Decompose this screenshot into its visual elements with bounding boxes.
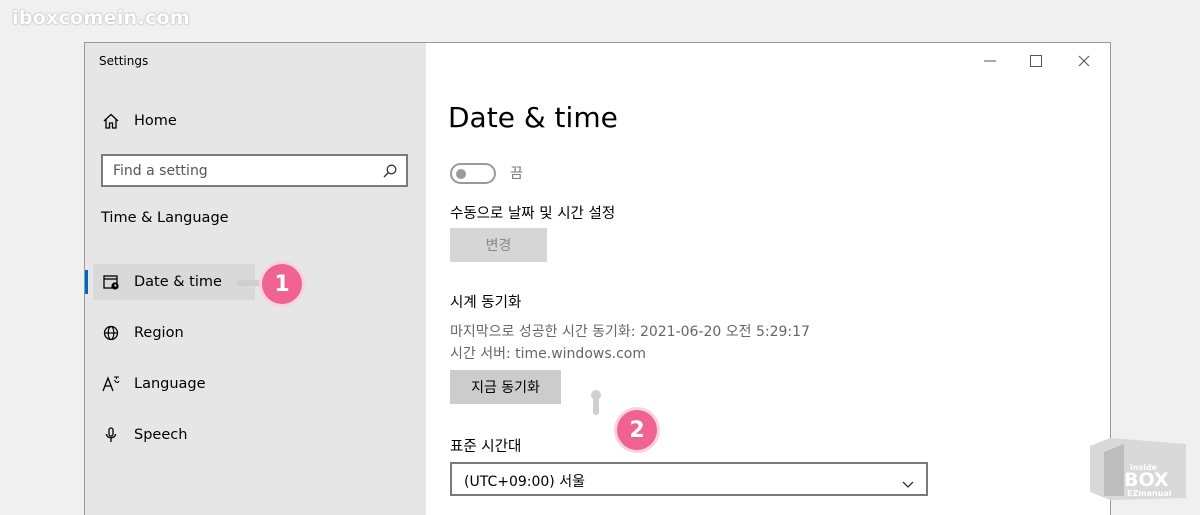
home-nav-item[interactable]: Home [85, 103, 426, 139]
minimize-icon[interactable] [978, 51, 1002, 71]
sync-now-button[interactable]: 지금 동기화 [450, 370, 561, 404]
callout-badge-2: 2 [617, 410, 657, 450]
sidebar-item-speech[interactable]: Speech [85, 417, 426, 453]
close-icon[interactable] [1072, 51, 1096, 71]
sidebar-item-label: Language [134, 376, 206, 392]
microphone-icon [101, 425, 121, 445]
calendar-clock-icon [101, 272, 121, 292]
selection-indicator [85, 270, 88, 294]
change-button[interactable]: 변경 [450, 228, 547, 262]
auto-time-toggle[interactable] [450, 163, 496, 184]
sidebar-item-label: Speech [134, 427, 188, 443]
search-icon[interactable] [382, 163, 398, 179]
callout-connector [237, 280, 263, 286]
logo-line3: EZmanual [1127, 489, 1172, 498]
sidebar-item-region[interactable]: Region [85, 315, 426, 351]
settings-window: Settings Home Time & Language Date & tim… [84, 42, 1111, 515]
time-server-text: 시간 서버: time.windows.com [450, 346, 646, 362]
main-content: Date & time 끔 수동으로 날짜 및 시간 설정 변경 시계 동기화 … [426, 43, 1110, 515]
maximize-icon[interactable] [1024, 51, 1048, 71]
globe-icon [101, 323, 121, 343]
last-sync-text: 마지막으로 성공한 시간 동기화: 2021-06-20 오전 5:29:17 [450, 324, 810, 340]
page-title: Date & time [448, 101, 618, 134]
sync-heading: 시계 동기화 [450, 295, 522, 311]
insidebox-logo: inside BOX EZmanual [1090, 438, 1186, 500]
search-input[interactable] [103, 156, 373, 185]
home-icon [101, 111, 121, 131]
chevron-down-icon [902, 474, 914, 488]
watermark-text: iboxcomein.com [12, 7, 190, 29]
sidebar: Settings Home Time & Language Date & tim… [85, 43, 426, 515]
manual-time-label: 수동으로 날짜 및 시간 설정 [450, 206, 616, 222]
callout-connector [593, 393, 599, 415]
logo-line2: BOX [1124, 469, 1169, 491]
section-heading: Time & Language [101, 210, 229, 226]
toggle-knob [456, 168, 466, 179]
language-icon [101, 374, 121, 394]
sidebar-item-label: Region [134, 325, 184, 341]
window-title: Settings [99, 54, 149, 68]
home-label: Home [134, 113, 177, 129]
timezone-value: (UTC+09:00) 서울 [464, 474, 585, 490]
timezone-select[interactable]: (UTC+09:00) 서울 [450, 462, 928, 496]
sidebar-item-language[interactable]: Language [85, 366, 426, 402]
toggle-state-label: 끔 [510, 166, 523, 182]
sidebar-item-label: Date & time [134, 274, 222, 290]
search-box[interactable] [101, 154, 408, 187]
timezone-label: 표준 시간대 [450, 439, 522, 455]
callout-badge-1: 1 [262, 264, 302, 304]
